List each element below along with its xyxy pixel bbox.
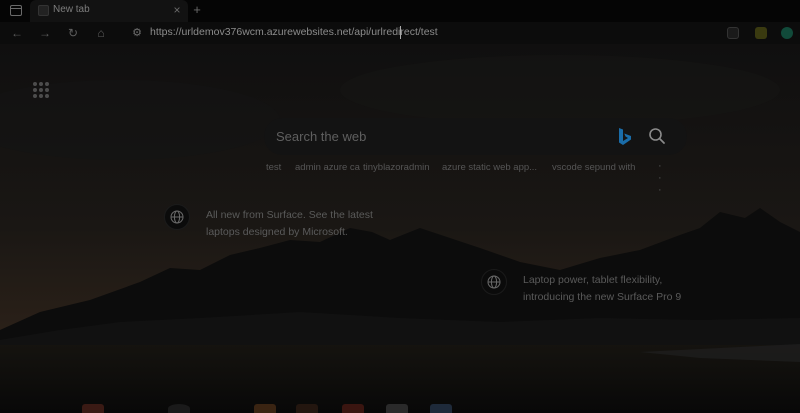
close-tab-icon[interactable]: × [170,2,184,18]
taskbar-app-icon[interactable] [342,404,364,413]
suggestion-item[interactable]: vscode sepund with [552,162,635,173]
suggestion-item[interactable]: azure static web app... [442,162,537,173]
bing-icon[interactable] [616,127,634,147]
browser-toolbar: ← → ↻ ⌂ ⚙ https://urldemov376wcm.azurewe… [0,22,800,44]
extension-icon-2[interactable] [755,27,767,39]
site-info-icon[interactable]: ⚙ [128,24,146,42]
suggestion-item[interactable]: tinyblazoradmin [363,162,430,173]
forward-icon[interactable]: → [36,24,54,42]
home-icon[interactable]: ⌂ [92,24,110,42]
search-icon[interactable] [648,127,666,145]
tab-title: New tab [53,4,90,15]
tab-strip: New tab × + [0,0,800,22]
address-url[interactable]: https://urldemov376wcm.azurewebsites.net… [150,26,438,38]
taskbar-app-icon[interactable] [296,404,318,413]
globe-icon [481,269,507,295]
more-suggestions-icon[interactable]: · · · [658,160,663,196]
address-bar[interactable]: ⚙ https://urldemov376wcm.azurewebsites.n… [124,23,704,43]
profile-avatar-icon[interactable] [781,27,793,39]
promo-card-text[interactable]: Laptop power, tablet flexibility, introd… [523,272,713,306]
taskbar-app-icon[interactable] [82,404,104,413]
taskbar-app-icon[interactable] [430,404,452,413]
suggestion-item[interactable]: test [266,162,281,173]
taskbar-app-icon[interactable] [254,404,276,413]
taskbar-edge [0,403,800,413]
taskbar-app-icon[interactable] [386,404,408,413]
background-landscape-image [0,0,800,413]
web-search-box[interactable]: Search the web [264,118,687,155]
extension-icon[interactable] [727,27,739,39]
new-tab-favicon-icon [38,5,49,16]
apps-launcher-icon[interactable] [33,82,49,98]
tab-new-tab[interactable]: New tab × [30,0,188,22]
new-tab-button[interactable]: + [190,2,204,18]
text-caret [400,26,401,39]
back-icon[interactable]: ← [8,24,26,42]
suggestion-item[interactable]: admin azure ca [295,162,360,173]
taskbar-app-icon[interactable] [168,404,190,413]
search-input[interactable]: Search the web [276,129,366,144]
refresh-icon[interactable]: ↻ [64,24,82,42]
promo-card-text[interactable]: All new from Surface. See the latest lap… [206,207,396,241]
tab-actions-icon[interactable] [10,5,22,16]
globe-icon [164,204,190,230]
